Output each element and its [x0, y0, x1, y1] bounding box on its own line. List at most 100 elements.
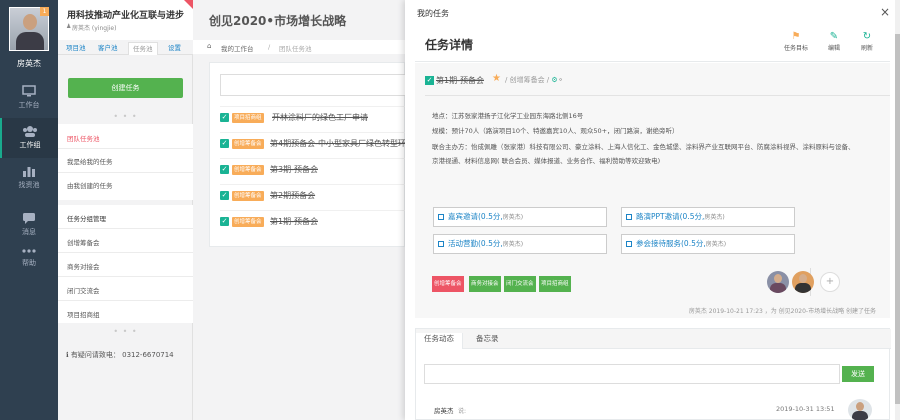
task-row[interactable]: ✓ 创增筹备会 第2期预备会: [220, 184, 405, 206]
task-group-badge: 项目招商组: [232, 113, 264, 123]
tab-activity[interactable]: 任务动态: [416, 333, 463, 349]
subtask-item[interactable]: 活动营勤(0.5分,房英杰): [433, 234, 607, 254]
create-task-button[interactable]: 创建任务: [68, 78, 183, 98]
tab-task-pool[interactable]: 任务池: [128, 42, 158, 55]
tab-settings[interactable]: 设置: [168, 42, 181, 52]
info-location: 地点：江苏张家港扬子江化学工业园东海路北侧16号: [432, 112, 584, 120]
subtask-owner: 房英杰): [704, 214, 725, 221]
info-organizers-cont: 京港视通、材料信息网( 联合会员、媒体报道、业务合作、福利赞助等欢迎致电): [432, 157, 661, 165]
tag-badge[interactable]: 创增筹备会: [432, 276, 464, 292]
send-button[interactable]: 发送: [842, 366, 874, 382]
star-icon[interactable]: ★: [492, 73, 501, 84]
task-group-badge: 创增筹备会: [232, 139, 264, 149]
more-icon: [22, 249, 36, 253]
tab-memo[interactable]: 备忘录: [468, 333, 507, 349]
project-title: 创见2020•市场增长战略: [209, 14, 347, 28]
group-item[interactable]: 创增筹备会: [67, 237, 100, 247]
subtask-item[interactable]: 嘉宾邀请(0.5分,房英杰): [433, 207, 607, 227]
home-icon: ⌂: [207, 42, 212, 50]
task-detail-drawer: 我的任务 × 任务详情 ⚑ 任务目标 ✎ 编辑 ↻ 刷新 ✓ 第1期-预备会 ★…: [405, 0, 900, 420]
check-icon[interactable]: ✓: [220, 191, 229, 200]
comment-user: 房英杰: [434, 407, 454, 415]
user-icon: ♟: [66, 23, 72, 30]
checkbox-icon[interactable]: [626, 241, 632, 247]
edit-button[interactable]: ✎ 编辑: [817, 31, 851, 52]
tag-badge[interactable]: 项目招商组: [539, 276, 571, 292]
avatar: [848, 399, 872, 420]
task-search-input[interactable]: [220, 74, 405, 96]
username: 房英杰: [17, 59, 41, 68]
task-title[interactable]: 开林涂料厂的绿色工厂申请: [272, 112, 368, 123]
task-row[interactable]: ✓ 项目招商组 开林涂料厂的绿色工厂申请: [220, 106, 405, 128]
subtask-item[interactable]: 路演PPT邀请(0.5分,房英杰): [621, 207, 795, 227]
nav-item-label: 工作组: [19, 141, 41, 149]
task-row[interactable]: ✓ 创增筹备会 第3期-预备会: [220, 158, 405, 180]
check-icon[interactable]: ✓: [220, 165, 229, 174]
nav-item-workgroup[interactable]: 工作组: [0, 118, 58, 158]
notification-badge: 1: [40, 7, 49, 16]
check-icon[interactable]: ✓: [220, 113, 229, 122]
scrollbar[interactable]: [895, 0, 900, 420]
created-by-me-link[interactable]: 由我创建的任务: [67, 180, 113, 190]
assigned-to-me-link[interactable]: 我是给我的任务: [67, 156, 113, 166]
nav-item-messages[interactable]: 消息: [0, 205, 58, 245]
task-title[interactable]: 第1期-预备会: [270, 216, 318, 227]
share-icon[interactable]: ⚬: [558, 76, 564, 84]
nav-item-help[interactable]: 帮助: [0, 240, 58, 280]
task-goal-label: 任务目标: [783, 45, 808, 52]
detail-title: 任务详情: [425, 38, 474, 52]
check-icon[interactable]: ✓: [220, 217, 229, 226]
team-title: 用科技推动产业化互联与进步: [67, 11, 185, 21]
task-goal-button[interactable]: ⚑ 任务目标: [779, 31, 813, 52]
team-user: 房英杰 (yingjie): [72, 25, 117, 32]
group-title: 任务分组管理: [67, 215, 106, 223]
member-avatar[interactable]: [792, 271, 814, 293]
task-row[interactable]: ✓ 创增筹备会 第1期-预备会: [220, 210, 405, 232]
monitor-icon: [22, 85, 36, 97]
task-path: ✓ 第1期-预备会 ★ / 创增筹备会 / ⚙⚬: [425, 73, 890, 96]
checkbox-icon[interactable]: [438, 214, 444, 220]
check-icon[interactable]: ✓: [425, 76, 434, 85]
comment-input[interactable]: [424, 364, 840, 384]
subtask-item[interactable]: 参会接待服务(0.5分,房英杰): [621, 234, 795, 254]
edit-icon: ✎: [829, 31, 839, 42]
nav-item-label: 帮助: [22, 259, 36, 267]
chart-icon: [23, 167, 35, 177]
refresh-icon: ↻: [862, 31, 872, 42]
comment-time: 2019-10-31 13:51: [776, 405, 835, 413]
task-row[interactable]: ✓ 创增筹备会 第4期预备会-中小型家具厂绿色转型环: [220, 132, 405, 154]
member-avatar[interactable]: [767, 271, 789, 293]
activity-tabs: 任务动态 备忘录: [416, 329, 891, 349]
group-section: 任务分组管理 创增筹备会 商务对接会 闭门交流会 项目招商组: [58, 205, 193, 323]
nav-item-workbench[interactable]: 工作台: [0, 78, 58, 118]
add-member-button[interactable]: +: [820, 272, 840, 292]
task-group-badge: 创增筹备会: [232, 165, 264, 175]
subtask-label: 参会接待服务(0.5分,: [636, 239, 706, 248]
group-icon: [23, 126, 37, 137]
secondary-panel: 用科技推动产业化互联与进步 ♟ 房英杰 (yingjie) 项目池 客户池 任务…: [58, 0, 193, 420]
tab-project-pool[interactable]: 项目池: [66, 42, 86, 52]
team-header: 用科技推动产业化互联与进步 ♟ 房英杰 (yingjie): [58, 0, 193, 40]
tab-customer-pool[interactable]: 客户池: [98, 42, 118, 52]
check-icon[interactable]: ✓: [220, 139, 229, 148]
team-task-pool-link[interactable]: 团队任务池: [67, 133, 100, 143]
checkbox-icon[interactable]: [438, 241, 444, 247]
detail-header: 任务详情 ⚑ 任务目标 ✎ 编辑 ↻ 刷新: [415, 24, 890, 62]
refresh-button[interactable]: ↻ 刷新: [850, 31, 884, 52]
breadcrumb-home[interactable]: 我的工作台: [221, 43, 254, 53]
tag-badge[interactable]: 闭门交流会: [504, 276, 536, 292]
group-item[interactable]: 商务对接会: [67, 261, 100, 271]
task-title[interactable]: 第2期预备会: [270, 190, 315, 201]
task-list: ✓ 项目招商组 开林涂料厂的绿色工厂申请 ✓ 创增筹备会 第4期预备会-中小型家…: [209, 62, 405, 247]
task-title[interactable]: 第4期预备会-中小型家具厂绿色转型环: [270, 138, 405, 149]
nav-item-resource-pool[interactable]: 找资池: [0, 158, 58, 198]
task-title[interactable]: 第3期-预备会: [270, 164, 318, 175]
main-nav: 1 房英杰 工作台 工作组 找资池 消息 帮助: [0, 0, 58, 420]
close-icon[interactable]: ×: [880, 5, 890, 19]
group-item[interactable]: 闭门交流会: [67, 285, 100, 295]
checkbox-icon[interactable]: [626, 214, 632, 220]
nav-item-label: 工作台: [18, 101, 40, 109]
tag-badge[interactable]: 商务对接会: [469, 276, 501, 292]
group-item[interactable]: 项目招商组: [67, 309, 100, 319]
subtask-label: 活动营勤(0.5分,: [448, 239, 503, 248]
